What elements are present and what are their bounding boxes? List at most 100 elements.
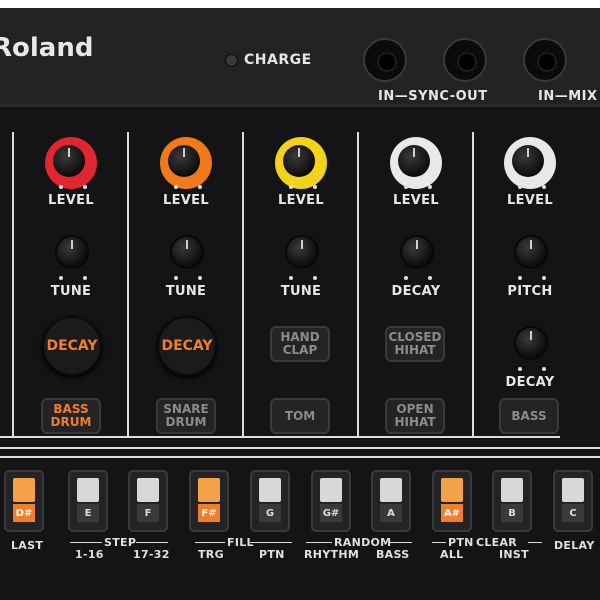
bass-random-label: BASS — [376, 548, 410, 561]
column-divider — [12, 132, 14, 437]
knob-dot — [313, 185, 317, 189]
step-led — [501, 478, 523, 502]
bass-button[interactable]: BASS — [499, 398, 559, 434]
knob-dot — [542, 276, 546, 280]
step-led — [380, 478, 402, 502]
snare-drum-decay-button[interactable]: DECAY — [157, 316, 217, 376]
knob-dot — [289, 276, 293, 280]
step-led — [259, 478, 281, 502]
snare-drum-level-label: LEVEL — [163, 193, 209, 208]
trg-label: TRG — [198, 548, 224, 561]
step-button-7[interactable]: A — [371, 470, 411, 532]
charge-label: CHARGE — [244, 52, 312, 68]
knob-dot — [313, 276, 317, 280]
step-button-2[interactable]: E — [68, 470, 108, 532]
bass-level-label: LEVEL — [507, 193, 553, 208]
knob-dot — [83, 276, 87, 280]
step-note: A — [380, 504, 402, 522]
knob-dot — [198, 185, 202, 189]
step-note: F# — [198, 504, 220, 522]
bass-decay-knob[interactable] — [514, 326, 548, 360]
step-note: B — [501, 504, 523, 522]
bass-pitch-knob[interactable] — [514, 235, 548, 269]
tom-button[interactable]: TOM — [270, 398, 330, 434]
bass-level-knob[interactable] — [504, 137, 556, 189]
step-button-10[interactable]: C — [553, 470, 593, 532]
drum-machine-panel: Roland CHARGE IN—SYNC-OUT IN—MIX LEVEL T… — [0, 0, 600, 600]
column-divider — [242, 132, 244, 437]
tom-level-knob[interactable] — [275, 137, 327, 189]
step-led — [562, 478, 584, 502]
panel-line — [0, 456, 600, 458]
bass-drum-level-label: LEVEL — [48, 193, 94, 208]
step-note: G# — [320, 504, 342, 522]
step-note: D# — [13, 504, 35, 522]
step-led — [13, 478, 35, 502]
step-button-8[interactable]: A# — [432, 470, 472, 532]
sync-label: IN—SYNC-OUT — [378, 89, 488, 104]
hihat-decay-knob[interactable] — [400, 235, 434, 269]
knob-dot — [518, 185, 522, 189]
knob-dot — [174, 276, 178, 280]
hihat-decay-label: DECAY — [391, 284, 441, 299]
hand-clap-button[interactable]: HAND CLAP — [270, 326, 330, 362]
bass-drum-tune-knob[interactable] — [55, 235, 89, 269]
step-17-32-label: 17-32 — [133, 548, 170, 561]
group-line-random — [306, 542, 332, 543]
knob-dot — [404, 276, 408, 280]
knob-dot — [518, 276, 522, 280]
tom-level-label: LEVEL — [278, 193, 324, 208]
top-edge — [0, 0, 600, 8]
fill-group-label: FILL — [227, 536, 254, 549]
step-button-5[interactable]: G — [250, 470, 290, 532]
column-divider — [472, 132, 474, 437]
bass-drum-level-knob[interactable] — [45, 137, 97, 189]
hihat-level-knob[interactable] — [390, 137, 442, 189]
knob-dot — [518, 367, 522, 371]
step-note: E — [77, 504, 99, 522]
step-1-16-label: 1-16 — [75, 548, 104, 561]
group-line-fill — [250, 542, 292, 543]
closed-hihat-button[interactable]: CLOSED HIHAT — [385, 326, 445, 362]
open-hihat-button[interactable]: OPEN HIHAT — [385, 398, 445, 434]
knob-dot — [428, 276, 432, 280]
group-line-fill — [195, 542, 225, 543]
step-button-1[interactable]: D# — [4, 470, 44, 532]
mix-label: IN—MIX — [538, 89, 598, 104]
step-note: A# — [441, 504, 463, 522]
mix-in-jack[interactable] — [523, 38, 567, 82]
hihat-level-label: LEVEL — [393, 193, 439, 208]
snare-drum-button[interactable]: SNARE DRUM — [156, 398, 216, 434]
tom-tune-label: TUNE — [280, 284, 322, 299]
last-label: LAST — [11, 539, 44, 552]
knob-dot — [174, 185, 178, 189]
panel-line — [0, 436, 560, 438]
step-button-4[interactable]: F# — [189, 470, 229, 532]
group-line-clear — [432, 542, 446, 543]
bass-drum-decay-button[interactable]: DECAY — [42, 316, 102, 376]
knob-dot — [428, 185, 432, 189]
bass-decay-label: DECAY — [505, 375, 555, 390]
inst-label: INST — [499, 548, 529, 561]
step-led — [320, 478, 342, 502]
snare-drum-level-knob[interactable] — [160, 137, 212, 189]
step-led — [198, 478, 220, 502]
bass-drum-tune-label: TUNE — [50, 284, 92, 299]
knob-dot — [198, 276, 202, 280]
sync-in-jack[interactable] — [363, 38, 407, 82]
snare-drum-tune-label: TUNE — [165, 284, 207, 299]
step-group-label: STEP — [104, 536, 137, 549]
knob-dot — [59, 185, 63, 189]
knob-dot — [542, 185, 546, 189]
step-button-9[interactable]: B — [492, 470, 532, 532]
column-divider — [357, 132, 359, 437]
tom-tune-knob[interactable] — [285, 235, 319, 269]
sync-out-jack[interactable] — [443, 38, 487, 82]
snare-drum-tune-knob[interactable] — [170, 235, 204, 269]
knob-dot — [289, 185, 293, 189]
step-button-3[interactable]: F — [128, 470, 168, 532]
step-button-6[interactable]: G# — [311, 470, 351, 532]
group-line-random — [390, 542, 412, 543]
delay-label: DELAY — [554, 539, 595, 552]
bass-drum-button[interactable]: BASS DRUM — [41, 398, 101, 434]
